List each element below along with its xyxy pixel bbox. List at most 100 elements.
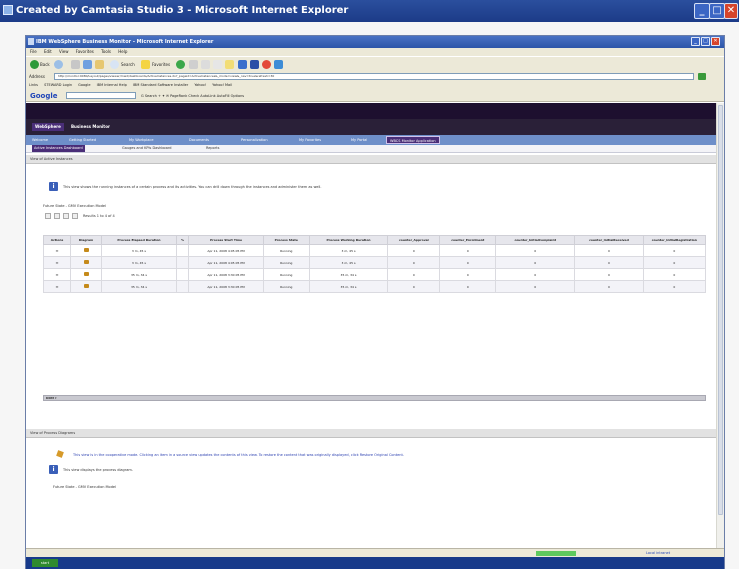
diagram-icon[interactable] — [83, 260, 89, 264]
table-cell: 0 — [495, 268, 576, 281]
inner-minimize-button[interactable]: _ — [691, 37, 700, 46]
diagram-icon[interactable] — [83, 284, 89, 288]
outer-window-titlebar: Created by Camtasia Studio 3 - Microsoft… — [0, 0, 739, 22]
column-header[interactable]: counter_InitialRegistration — [642, 235, 707, 245]
search-icon[interactable] — [110, 60, 119, 69]
google-search-input[interactable] — [66, 92, 136, 99]
minimize-button[interactable]: _ — [694, 3, 710, 19]
table-header-row: Actions Diagram Process Elapsed Duration… — [43, 235, 707, 245]
discuss-icon[interactable] — [238, 60, 247, 69]
diagram-cell[interactable] — [69, 280, 103, 293]
tab-documents[interactable]: Documents — [186, 136, 212, 144]
subtab-active-instances[interactable]: Active Instances Dashboard — [32, 145, 85, 152]
tab-my-portal[interactable]: My Portal — [348, 136, 370, 144]
go-button[interactable] — [698, 73, 706, 80]
row-action[interactable]: ✉ — [43, 268, 71, 281]
table-cell — [175, 244, 190, 257]
home-icon[interactable] — [95, 60, 104, 69]
back-icon[interactable] — [30, 60, 39, 69]
row-action[interactable]: ✉ — [43, 280, 71, 293]
search-button-label[interactable]: Search — [121, 60, 135, 70]
page-vertical-scrollbar[interactable] — [716, 103, 724, 548]
mail-icon[interactable] — [201, 60, 210, 69]
history-icon[interactable] — [189, 60, 198, 69]
pager-prev-button[interactable] — [54, 213, 60, 219]
table-cell — [175, 268, 190, 281]
pager-last-button[interactable] — [72, 213, 78, 219]
table-cell: Running — [262, 244, 310, 257]
table-cell: 0 — [574, 280, 644, 293]
diagram-icon[interactable] — [83, 248, 89, 252]
refresh-icon[interactable] — [83, 60, 92, 69]
diagram-cell[interactable] — [69, 256, 103, 269]
table-row[interactable]: ✉ 35 m, 34 s Apr 11, 2008 3:30:05 PM Run… — [43, 280, 707, 293]
table-cell: 0 — [439, 280, 497, 293]
subtab-reports[interactable]: Reports — [204, 145, 221, 152]
column-header[interactable]: Actions — [43, 235, 71, 245]
menu-tools[interactable]: Tools — [101, 49, 111, 54]
menu-edit[interactable]: Edit — [44, 49, 52, 54]
menu-file[interactable]: File — [30, 49, 37, 54]
cooperative-mode-link[interactable]: This view is in the cooperative mode. Cl… — [73, 453, 404, 457]
media-icon[interactable] — [176, 60, 185, 69]
column-header[interactable]: counter_InitialReceived — [574, 235, 644, 245]
link-ibm-installer[interactable]: IBM Standard Software Installer — [133, 83, 188, 87]
diagram-icon[interactable] — [83, 272, 89, 276]
column-header[interactable]: % — [175, 235, 190, 245]
messenger-icon[interactable] — [250, 60, 259, 69]
back-button-label[interactable]: Back — [40, 60, 50, 70]
column-header[interactable]: Process Start Time — [188, 235, 264, 245]
column-header[interactable]: counter_Enrollment — [439, 235, 497, 245]
column-header[interactable]: Diagram — [69, 235, 103, 245]
link-yahoo-mail[interactable]: Yahoo! Mail — [212, 83, 232, 87]
toolbar-red-icon[interactable] — [262, 60, 271, 69]
link-yahoo[interactable]: Yahoo! — [194, 83, 206, 87]
diagram-future-state: Future State - GMV Execution Model — [53, 485, 117, 489]
menu-view[interactable]: View — [59, 49, 69, 54]
table-row[interactable]: ✉ 3 m, 45 s Apr 11, 2008 4:05:05 PM Runn… — [43, 256, 707, 269]
row-action[interactable]: ✉ — [43, 256, 71, 269]
close-button[interactable]: ✕ — [724, 3, 738, 19]
scrollbar-thumb[interactable] — [718, 105, 723, 515]
tab-welcome[interactable]: Welcome — [29, 136, 51, 144]
maximize-button[interactable]: □ — [709, 3, 725, 19]
table-row[interactable]: ✉ 35 m, 34 s Apr 11, 2008 3:30:05 PM Run… — [43, 268, 707, 281]
link-google[interactable]: Google — [78, 83, 90, 87]
link-steward[interactable]: STEWARD Login — [44, 83, 72, 87]
column-header[interactable]: Process Elapsed Duration — [101, 235, 177, 245]
column-header[interactable]: counter_Approval — [387, 235, 441, 245]
favorites-star-icon[interactable] — [141, 60, 150, 69]
tab-personalization[interactable]: Personalization — [238, 136, 271, 144]
edit-icon[interactable] — [225, 60, 234, 69]
forward-icon[interactable] — [54, 60, 63, 69]
google-toolbar-buttons[interactable]: G Search + ✦ ✉ PageRank Check AutoLink A… — [141, 90, 244, 102]
stop-icon[interactable] — [71, 60, 80, 69]
column-header[interactable]: counter_InitialComplaint — [495, 235, 576, 245]
tab-getting-started[interactable]: Getting Started — [66, 136, 99, 144]
column-header[interactable]: Process State — [262, 235, 310, 245]
diagram-cell[interactable] — [69, 244, 103, 257]
link-ibm-help[interactable]: IBM Internal Help — [97, 83, 127, 87]
favorites-button-label[interactable]: Favorites — [152, 60, 170, 70]
row-action[interactable]: ✉ — [43, 244, 71, 257]
print-icon[interactable] — [213, 60, 222, 69]
diagram-cell[interactable] — [69, 268, 103, 281]
menu-help[interactable]: Help — [118, 49, 127, 54]
tab-my-favorites[interactable]: My Favorites — [296, 136, 324, 144]
pager-first-button[interactable] — [45, 213, 51, 219]
inner-close-button[interactable]: ✕ — [711, 37, 720, 46]
pager-next-button[interactable] — [63, 213, 69, 219]
table-horizontal-scrollbar[interactable]: DDM ▾ — [43, 395, 706, 401]
table-cell: 0 — [642, 280, 707, 293]
research-icon[interactable] — [274, 60, 283, 69]
tab-wbcs-monitor-application[interactable]: WBCS Monitor Application — [386, 136, 440, 144]
menu-favorites[interactable]: Favorites — [76, 49, 94, 54]
active-instances-section-title: View of Active Instances — [26, 155, 716, 164]
table-row[interactable]: ✉ 3 m, 45 s Apr 11, 2008 4:05:05 PM Runn… — [43, 244, 707, 257]
subtab-gauges-kpis[interactable]: Gauges and KPIs Dashboard — [120, 145, 173, 152]
start-button[interactable]: start — [32, 559, 58, 567]
inner-maximize-button[interactable]: □ — [701, 37, 710, 46]
column-header[interactable]: Process Working Duration — [308, 235, 389, 245]
tab-my-workplace[interactable]: My Workplace — [126, 136, 156, 144]
address-input[interactable]: http://monitor:9080/Layout/pages/viewer/… — [54, 73, 694, 80]
